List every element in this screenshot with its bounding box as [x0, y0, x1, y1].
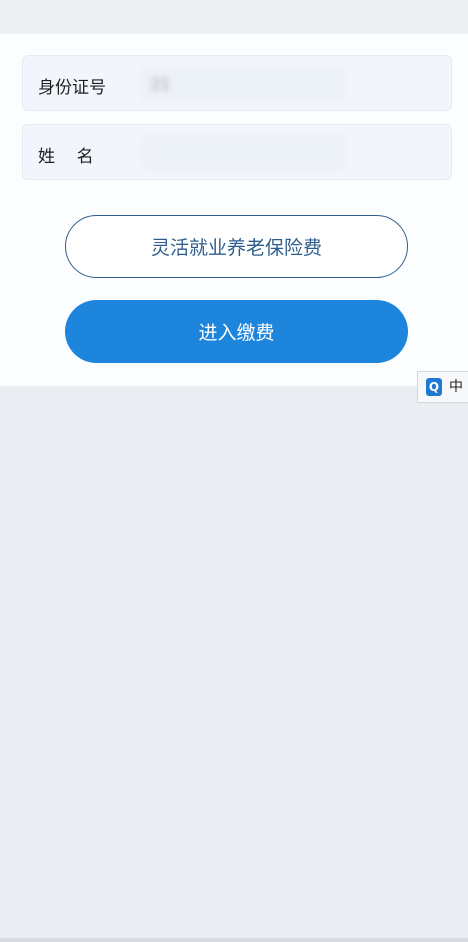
- ime-indicator[interactable]: Q 中: [417, 371, 468, 403]
- payment-page: 身份证号 姓 名 灵活就业养老保险费 进入缴费 Q 中: [0, 0, 468, 942]
- top-bar: [0, 0, 468, 34]
- bottom-divider: [0, 938, 468, 942]
- name-row: 姓 名: [22, 124, 452, 180]
- id-number-input[interactable]: [143, 68, 344, 100]
- name-input[interactable]: [143, 137, 344, 169]
- name-label: 姓 名: [38, 147, 94, 167]
- enter-payment-button[interactable]: 进入缴费: [65, 300, 408, 363]
- ime-logo-icon: Q: [426, 378, 442, 396]
- ime-language-label: 中: [449, 379, 463, 395]
- insurance-type-button[interactable]: 灵活就业养老保险费: [65, 215, 408, 278]
- id-number-row: 身份证号: [22, 55, 452, 111]
- id-number-label: 身份证号: [38, 78, 106, 98]
